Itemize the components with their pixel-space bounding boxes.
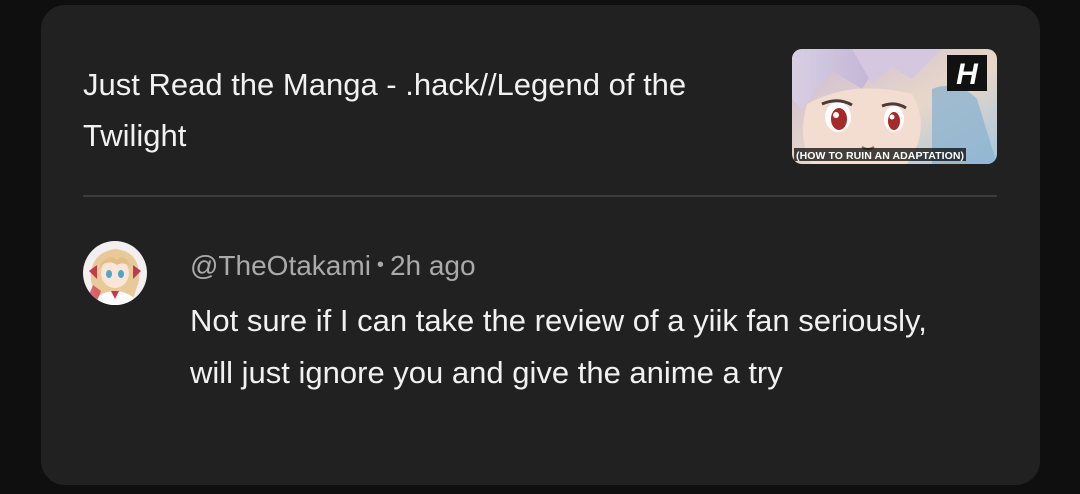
video-thumbnail[interactable]: H (HOW TO RUIN AN ADAPTATION)	[792, 49, 997, 164]
comment: @TheOtakami • 2h ago Not sure if I can tak…	[83, 239, 997, 469]
comment-author[interactable]: @TheOtakami	[190, 250, 371, 281]
video-info-row[interactable]: Just Read the Manga - .hack//Legend of t…	[83, 47, 997, 177]
comment-meta: @TheOtakami • 2h ago	[190, 245, 476, 286]
divider	[83, 195, 997, 197]
thumbnail-caption: (HOW TO RUIN AN ADAPTATION)	[796, 150, 964, 162]
thumbnail-logo: H	[956, 58, 979, 91]
avatar[interactable]	[83, 241, 147, 305]
video-title[interactable]: Just Read the Manga - .hack//Legend of t…	[83, 59, 763, 161]
comment-card: Just Read the Manga - .hack//Legend of t…	[41, 5, 1040, 485]
comment-time: 2h ago	[389, 250, 476, 281]
comment-text: Not sure if I can take the review of a y…	[190, 303, 927, 390]
meta-separator: •	[376, 254, 384, 276]
